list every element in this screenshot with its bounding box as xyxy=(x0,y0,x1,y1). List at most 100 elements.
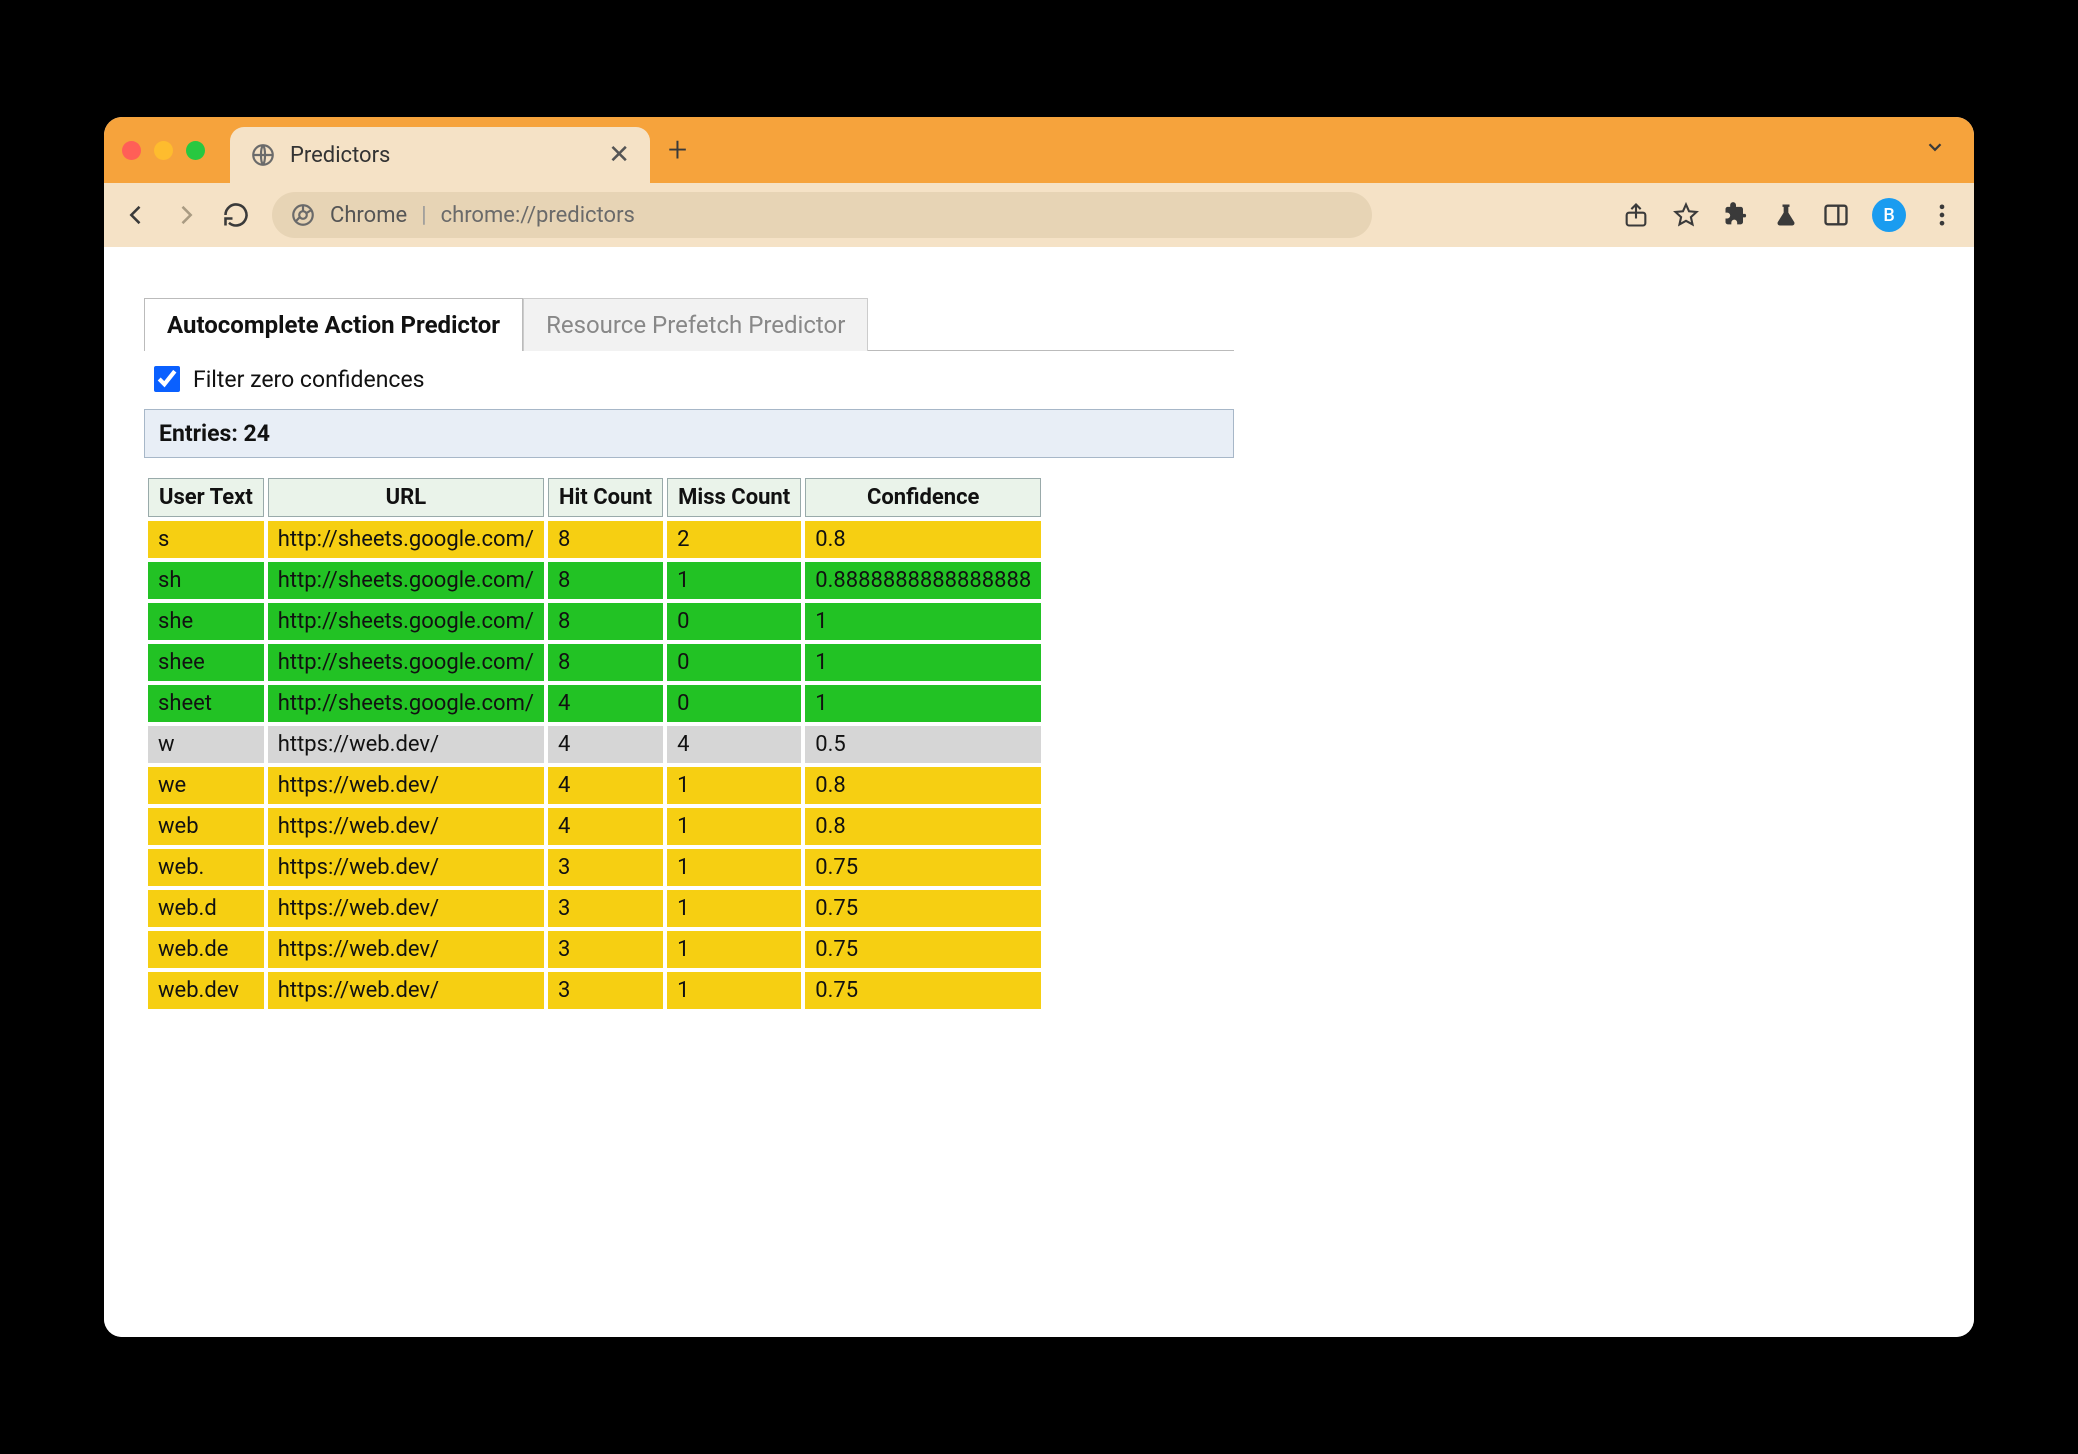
col-url[interactable]: URL xyxy=(268,478,544,517)
cell-conf: 0.75 xyxy=(805,972,1041,1009)
cell-url: https://web.dev/ xyxy=(268,931,544,968)
globe-icon xyxy=(250,142,276,168)
table-row[interactable]: whttps://web.dev/440.5 xyxy=(148,726,1041,763)
cell-user-text: web.dev xyxy=(148,972,264,1009)
cell-conf: 0.5 xyxy=(805,726,1041,763)
cell-miss: 1 xyxy=(667,890,801,927)
cell-url: https://web.dev/ xyxy=(268,890,544,927)
cell-url: https://web.dev/ xyxy=(268,726,544,763)
cell-user-text: sheet xyxy=(148,685,264,722)
table-row[interactable]: web.dehttps://web.dev/310.75 xyxy=(148,931,1041,968)
cell-miss: 0 xyxy=(667,644,801,681)
cell-user-text: web.d xyxy=(148,890,264,927)
col-hit-count[interactable]: Hit Count xyxy=(548,478,663,517)
cell-user-text: we xyxy=(148,767,264,804)
page-content: Autocomplete Action Predictor Resource P… xyxy=(104,247,1974,1337)
cell-url: https://web.dev/ xyxy=(268,972,544,1009)
cell-miss: 1 xyxy=(667,931,801,968)
cell-hit: 3 xyxy=(548,931,663,968)
tab-resource-prefetch-predictor[interactable]: Resource Prefetch Predictor xyxy=(523,298,868,351)
cell-hit: 8 xyxy=(548,644,663,681)
filter-zero-confidences-checkbox[interactable] xyxy=(154,366,180,392)
window-close-button[interactable] xyxy=(122,141,141,160)
tab-title: Predictors xyxy=(290,143,594,168)
table-row[interactable]: web.dhttps://web.dev/310.75 xyxy=(148,890,1041,927)
avatar-letter: B xyxy=(1883,205,1894,226)
col-miss-count[interactable]: Miss Count xyxy=(667,478,801,517)
browser-tab[interactable]: Predictors ✕ xyxy=(230,127,650,183)
cell-conf: 1 xyxy=(805,685,1041,722)
new-tab-button[interactable]: + xyxy=(668,130,687,170)
share-icon[interactable] xyxy=(1622,201,1650,229)
cell-miss: 1 xyxy=(667,849,801,886)
star-icon[interactable] xyxy=(1672,201,1700,229)
titlebar: Predictors ✕ + xyxy=(104,117,1974,183)
extensions-icon[interactable] xyxy=(1722,201,1750,229)
cell-user-text: web xyxy=(148,808,264,845)
table-header-row: User Text URL Hit Count Miss Count Confi… xyxy=(148,478,1041,517)
cell-hit: 4 xyxy=(548,685,663,722)
toolbar: Chrome | chrome://predictors B xyxy=(104,183,1974,247)
omnibox[interactable]: Chrome | chrome://predictors xyxy=(272,192,1372,238)
cell-miss: 4 xyxy=(667,726,801,763)
table-row[interactable]: webhttps://web.dev/410.8 xyxy=(148,808,1041,845)
table-row[interactable]: wehttps://web.dev/410.8 xyxy=(148,767,1041,804)
cell-url: https://web.dev/ xyxy=(268,849,544,886)
predictor-table: User Text URL Hit Count Miss Count Confi… xyxy=(144,474,1045,1013)
browser-window: Predictors ✕ + Chrome | xyxy=(104,117,1974,1337)
forward-button[interactable] xyxy=(172,201,200,229)
cell-user-text: she xyxy=(148,603,264,640)
close-tab-icon[interactable]: ✕ xyxy=(608,140,630,170)
chevron-down-icon[interactable] xyxy=(1924,136,1946,164)
labs-icon[interactable] xyxy=(1772,201,1800,229)
cell-conf: 1 xyxy=(805,644,1041,681)
cell-hit: 4 xyxy=(548,808,663,845)
cell-miss: 0 xyxy=(667,685,801,722)
tab-autocomplete-action-predictor[interactable]: Autocomplete Action Predictor xyxy=(144,298,523,351)
cell-conf: 0.8 xyxy=(805,808,1041,845)
entries-count: Entries: 24 xyxy=(144,409,1234,458)
cell-conf: 1 xyxy=(805,603,1041,640)
cell-hit: 8 xyxy=(548,562,663,599)
filter-row: Filter zero confidences xyxy=(144,351,1234,409)
cell-user-text: sh xyxy=(148,562,264,599)
table-row[interactable]: sheethttp://sheets.google.com/401 xyxy=(148,685,1041,722)
chrome-icon xyxy=(290,202,316,228)
cell-hit: 8 xyxy=(548,603,663,640)
back-button[interactable] xyxy=(122,201,150,229)
col-confidence[interactable]: Confidence xyxy=(805,478,1041,517)
cell-miss: 2 xyxy=(667,521,801,558)
cell-miss: 1 xyxy=(667,972,801,1009)
menu-icon[interactable] xyxy=(1928,201,1956,229)
table-row[interactable]: sheehttp://sheets.google.com/801 xyxy=(148,644,1041,681)
omnibox-url: chrome://predictors xyxy=(441,203,635,228)
cell-user-text: w xyxy=(148,726,264,763)
cell-url: http://sheets.google.com/ xyxy=(268,644,544,681)
omnibox-separator: | xyxy=(421,203,426,228)
avatar[interactable]: B xyxy=(1872,198,1906,232)
side-panel-icon[interactable] xyxy=(1822,201,1850,229)
col-user-text[interactable]: User Text xyxy=(148,478,264,517)
cell-conf: 0.8 xyxy=(805,767,1041,804)
table-row[interactable]: shehttp://sheets.google.com/801 xyxy=(148,603,1041,640)
table-row[interactable]: shhttp://sheets.google.com/810.888888888… xyxy=(148,562,1041,599)
table-row[interactable]: web.devhttps://web.dev/310.75 xyxy=(148,972,1041,1009)
traffic-lights xyxy=(122,141,205,160)
table-row[interactable]: shttp://sheets.google.com/820.8 xyxy=(148,521,1041,558)
omnibox-label: Chrome xyxy=(330,203,407,228)
page-tabs: Autocomplete Action Predictor Resource P… xyxy=(144,297,1234,351)
table-row[interactable]: web.https://web.dev/310.75 xyxy=(148,849,1041,886)
cell-miss: 1 xyxy=(667,767,801,804)
cell-hit: 4 xyxy=(548,726,663,763)
filter-zero-confidences-label[interactable]: Filter zero confidences xyxy=(193,366,425,393)
cell-url: https://web.dev/ xyxy=(268,767,544,804)
reload-button[interactable] xyxy=(222,201,250,229)
cell-user-text: s xyxy=(148,521,264,558)
cell-hit: 8 xyxy=(548,521,663,558)
window-minimize-button[interactable] xyxy=(154,141,173,160)
cell-conf: 0.75 xyxy=(805,890,1041,927)
cell-hit: 3 xyxy=(548,849,663,886)
cell-miss: 1 xyxy=(667,808,801,845)
cell-miss: 0 xyxy=(667,603,801,640)
window-maximize-button[interactable] xyxy=(186,141,205,160)
